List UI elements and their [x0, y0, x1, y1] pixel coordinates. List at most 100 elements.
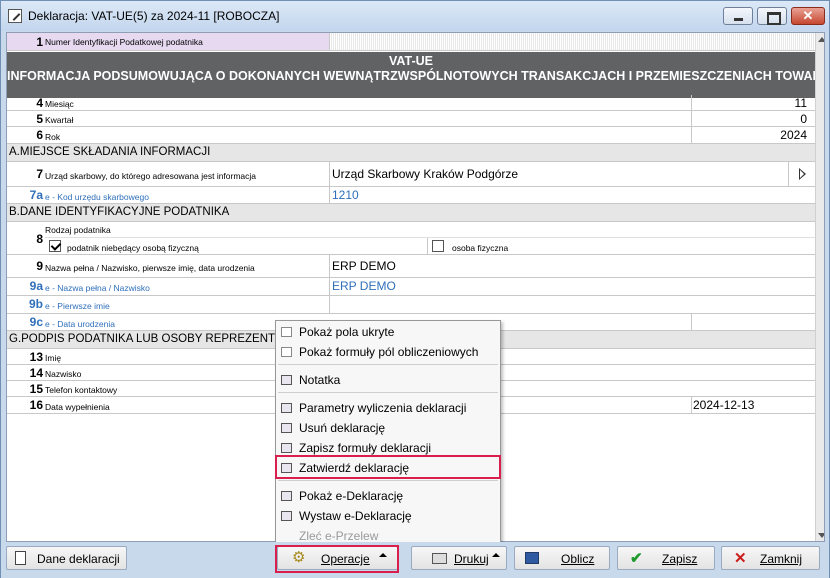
button-label: Zamknij [760, 552, 803, 566]
e-full-name-field[interactable]: ERP DEMO [332, 279, 396, 293]
zamknij-button[interactable]: ✕ Zamknij [721, 546, 820, 570]
field-number: 9c [29, 315, 43, 329]
minimize-button[interactable] [723, 7, 753, 25]
field-number: 4 [36, 96, 43, 110]
field-label: Telefon kontaktowy [45, 385, 118, 395]
checkbox-label: osoba fizyczna [452, 243, 509, 253]
show-icon [281, 491, 292, 501]
menu-item-label: Pokaż formuły pól obliczeniowych [299, 345, 479, 359]
zapisz-button[interactable]: ✔ Zapisz [617, 546, 715, 570]
field-number: 1 [36, 35, 43, 49]
menu-separator [278, 392, 498, 393]
button-label: Drukuj [454, 552, 489, 566]
divider [691, 314, 692, 330]
menu-item-show-hidden[interactable]: Pokaż pola ukryte [276, 322, 500, 342]
save-formulas-icon [281, 443, 292, 453]
note-icon [281, 375, 292, 385]
field-label: Rodzaj podatnika [45, 225, 111, 235]
menu-item-delete[interactable]: Usuń deklarację [276, 418, 500, 438]
menu-item-label: Zleć e-Przelew [299, 529, 379, 543]
full-name-field[interactable]: ERP DEMO [332, 259, 396, 273]
form-row-9b: 9b e - Pierwsze imie [7, 296, 815, 314]
form-row-8: 8 Rodzaj podatnika podatnik niebędący os… [7, 222, 815, 255]
divider [329, 255, 330, 277]
divider [329, 296, 330, 313]
nip-input[interactable] [330, 33, 815, 50]
menu-item-note[interactable]: Notatka [276, 370, 500, 390]
divider [427, 238, 428, 254]
field-number: 16 [29, 398, 43, 412]
menu-item-label: Zapisz formuły deklaracji [299, 441, 432, 455]
field-number: 9 [36, 259, 43, 273]
field-label: Nazwisko [45, 369, 82, 379]
menu-item-issue-e-declaration[interactable]: Wystaw e-Deklarację [276, 506, 500, 526]
document-edit-icon [8, 9, 22, 23]
field-number: 13 [29, 350, 43, 364]
tax-office-code-field[interactable]: 1210 [332, 188, 359, 202]
dane-deklaracji-button[interactable]: Dane deklaracji [6, 546, 127, 570]
divider [329, 162, 330, 186]
fill-date-field[interactable]: 2024-12-13 [693, 398, 754, 412]
declaration-window: Deklaracja: VAT-UE(5) za 2024-11 [ROBOCZ… [0, 0, 830, 578]
title-bar[interactable]: Deklaracja: VAT-UE(5) za 2024-11 [ROBOCZ… [1, 1, 829, 31]
year-field[interactable]: 2024 [692, 128, 807, 142]
month-field[interactable]: 11 [692, 96, 807, 110]
menu-item-show-formulas[interactable]: Pokaż formuły pól obliczeniowych [276, 342, 500, 362]
divider [329, 278, 330, 295]
field-number: 15 [29, 382, 43, 396]
menu-item-label: Usuń deklarację [299, 421, 386, 435]
highlight-operacje-frame [275, 545, 399, 573]
field-label: Nazwa pełna / Nazwisko, pierwsze imię, d… [45, 263, 255, 273]
taxpayer-non-natural-checkbox[interactable] [49, 240, 61, 252]
button-label: Dane deklaracji [37, 552, 120, 566]
quarter-field[interactable]: 0 [692, 112, 807, 126]
form-subtitle: INFORMACJA PODSUMOWUJĄCA O DOKONANYCH WE… [7, 69, 825, 83]
oblicz-button[interactable]: Oblicz [514, 546, 610, 570]
field-label: Rok [45, 132, 61, 142]
field-label: e - Nazwa pełna / Nazwisko [45, 283, 150, 293]
menu-item-label: Parametry wyliczenia deklaracji [299, 401, 467, 415]
vertical-scrollbar[interactable] [815, 33, 824, 541]
highlight-approve-frame [275, 455, 501, 479]
menu-item-parameters[interactable]: Parametry wyliczenia deklaracji [276, 398, 500, 418]
field-number: 9a [29, 279, 43, 293]
divider [691, 397, 692, 413]
field-label: Miesiąc [45, 99, 74, 109]
field-number: 8 [36, 232, 43, 246]
field-label: Kwartał [45, 115, 74, 125]
menu-item-show-e-declaration[interactable]: Pokaż e-Deklarację [276, 486, 500, 506]
document-icon [15, 551, 26, 565]
menu-item-label: Pokaż e-Deklarację [299, 489, 404, 503]
field-label: Imię [45, 353, 62, 363]
checkbox-icon [281, 327, 292, 337]
button-label: Zapisz [662, 552, 698, 566]
form-row-7: 7 Urząd skarbowy, do którego adresowana … [7, 162, 815, 187]
taxpayer-natural-checkbox[interactable] [432, 240, 444, 252]
scroll-up-icon[interactable] [818, 37, 824, 42]
field-label: e - Pierwsze imie [45, 301, 110, 311]
form-row-4: 4 Miesiąc 11 [7, 95, 815, 111]
field-label: Urząd skarbowy, do którego adresowana je… [45, 171, 257, 181]
caret-up-icon [492, 553, 500, 557]
drukuj-button[interactable]: Drukuj [411, 546, 507, 570]
close-icon: ✕ [802, 8, 814, 23]
tax-office-field[interactable]: Urząd Skarbowy Kraków Podgórze [332, 167, 518, 181]
checkbox-icon [281, 347, 292, 357]
field-label: e - Kod urzędu skarbowego [45, 192, 149, 202]
close-icon: ✕ [734, 550, 747, 567]
menu-item-label: Notatka [299, 373, 341, 387]
form-row-1: 1 Numer Identyfikacji Podatkowej podatni… [7, 33, 815, 51]
form-row-6: 6 Rok 2024 [7, 127, 815, 144]
section-a-header: A.MIEJSCE SKŁADANIA INFORMACJI [7, 144, 815, 162]
bottom-toolbar: Dane deklaracji ⚙ Operacje Drukuj Oblicz… [1, 542, 829, 578]
maximize-button[interactable] [757, 7, 787, 25]
menu-separator [278, 364, 498, 365]
checkbox-label: podatnik niebędący osobą fizyczną [67, 243, 199, 253]
close-window-button[interactable]: ✕ [791, 7, 825, 25]
calculator-icon [525, 552, 539, 564]
field-label: Numer Identyfikacji Podatkowej podatnika [45, 37, 203, 47]
checkmark-icon: ✔ [630, 550, 643, 567]
tax-office-select-button[interactable] [788, 162, 815, 186]
scroll-down-icon[interactable] [818, 533, 824, 538]
menu-separator [278, 480, 498, 481]
